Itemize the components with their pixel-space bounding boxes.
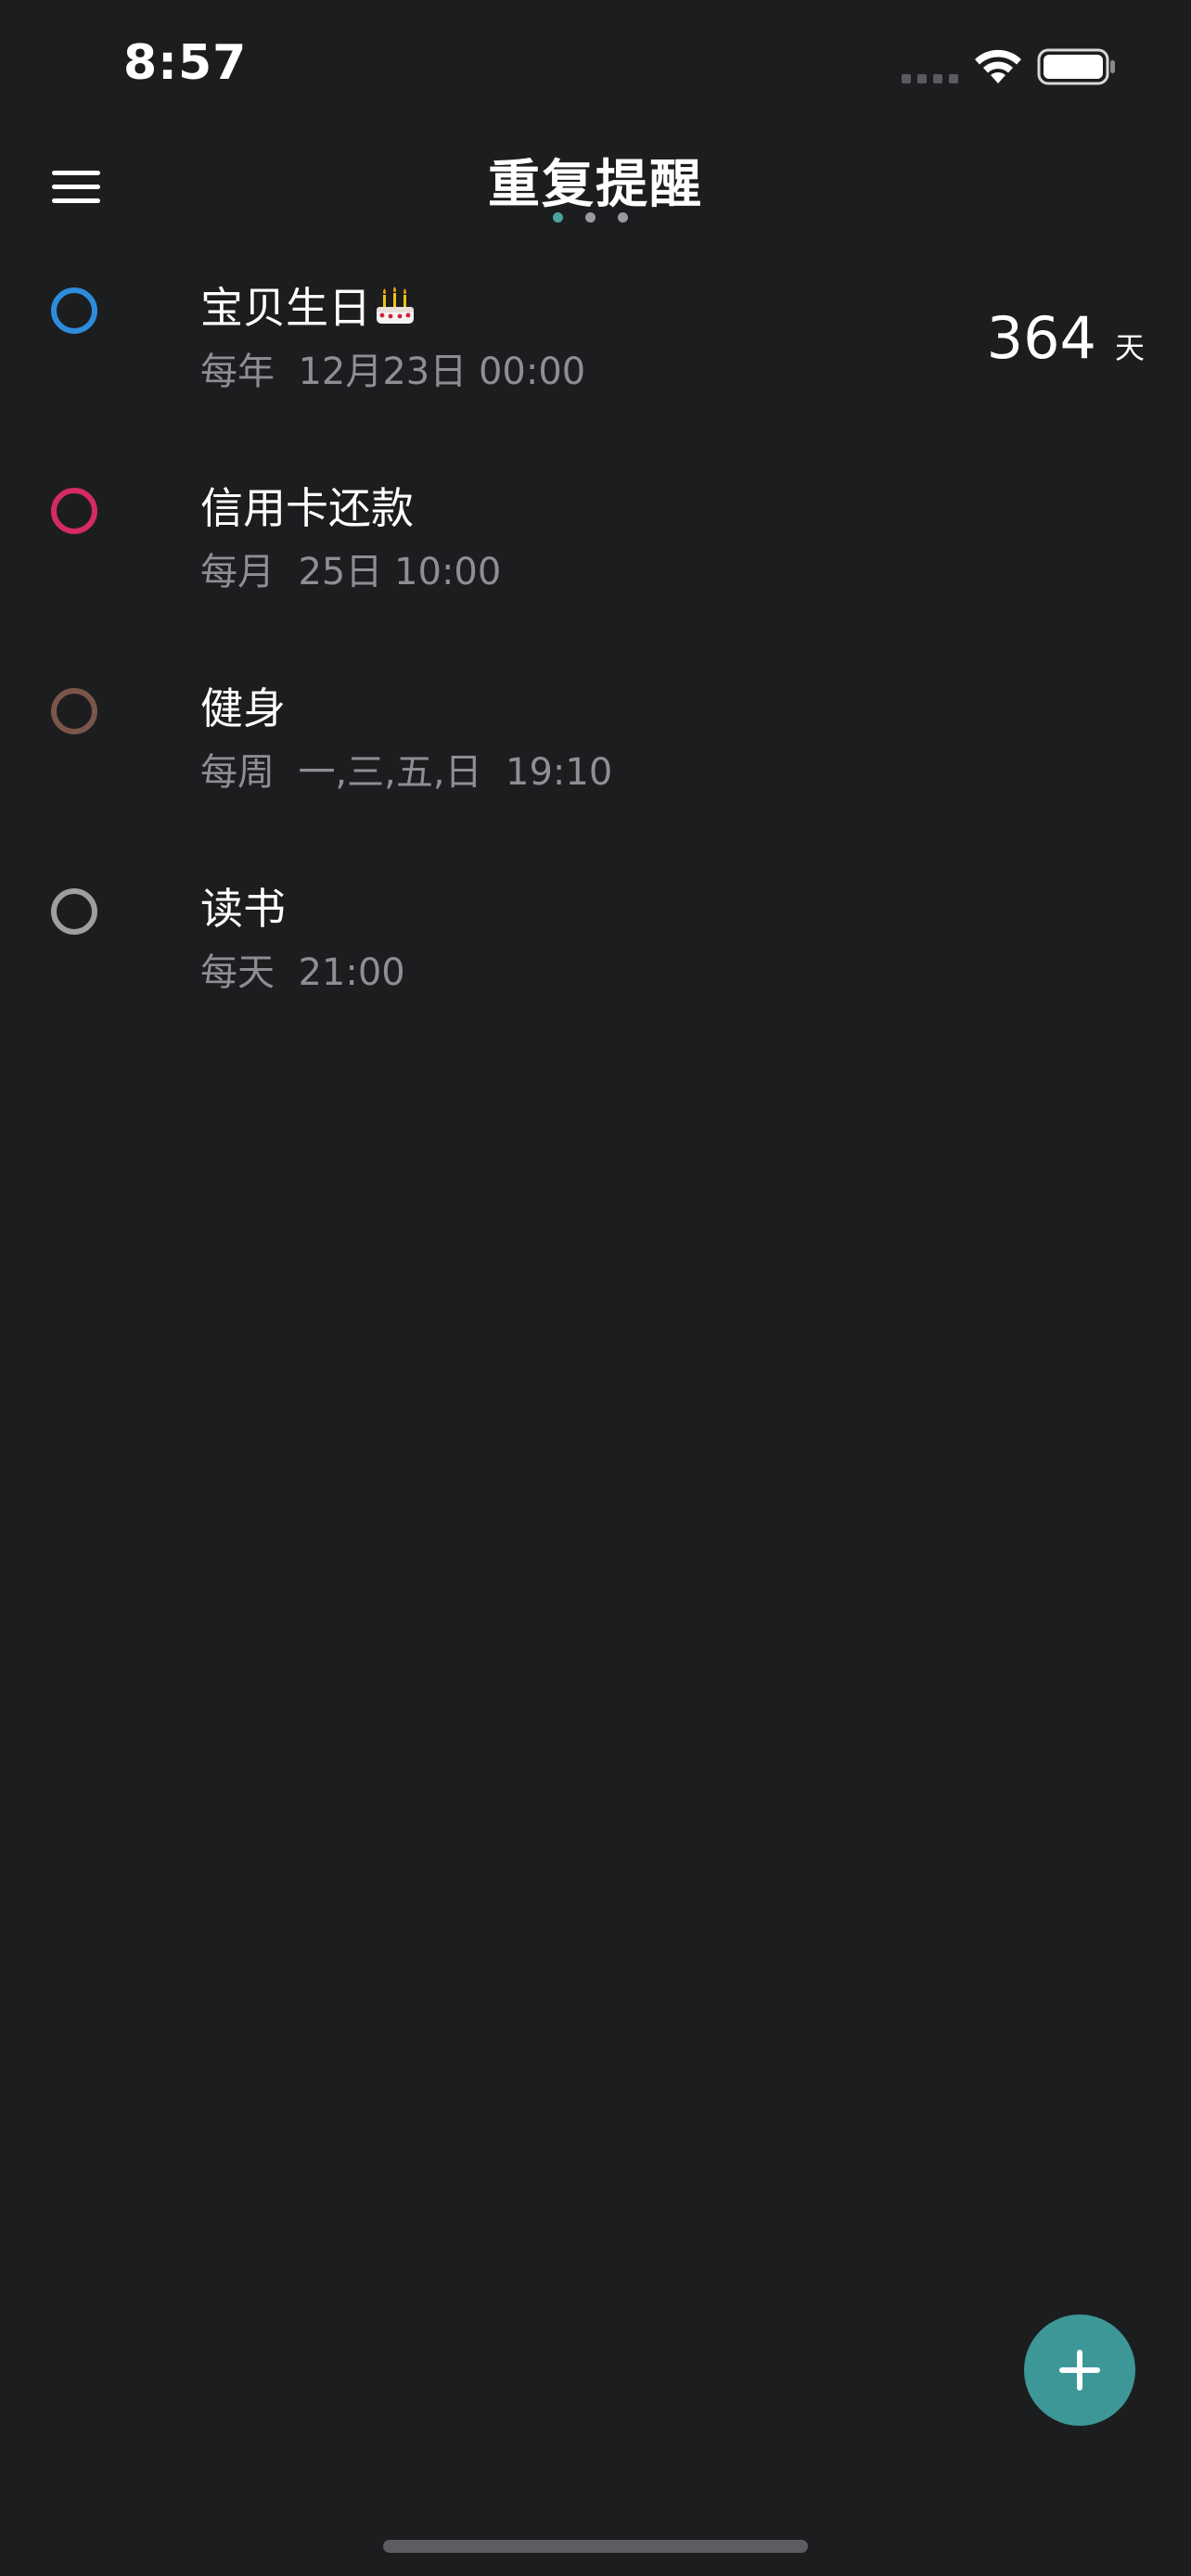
reminder-schedule: 每年 12月23日 00:00 (200, 341, 585, 395)
reminder-complete-circle[interactable] (51, 488, 97, 534)
reminder-title: 信用卡还款 (200, 483, 414, 533)
reminder-complete-circle[interactable] (51, 888, 97, 935)
reminder-time: 12月23日 00:00 (298, 351, 586, 393)
reminder-complete-circle[interactable] (51, 688, 97, 734)
page-indicator[interactable] (553, 212, 628, 223)
reminder-schedule: 每天 21:00 (200, 942, 405, 996)
page-dot-1[interactable] (553, 212, 563, 223)
app-header: 重复提醒 (0, 139, 1191, 241)
reminder-schedule: 每月 25日 10:00 (200, 542, 501, 595)
cellular-signal-icon (902, 74, 958, 83)
wifi-icon (975, 49, 1021, 83)
reminder-time: 一,三,五,日 19:10 (298, 751, 613, 794)
reminder-item[interactable]: 信用卡还款 每月 25日 10:00 (0, 469, 1191, 670)
countdown-days: 364 (986, 304, 1096, 372)
reminder-complete-circle[interactable] (51, 287, 97, 334)
reminder-frequency: 每周 (200, 751, 275, 794)
status-time: 8:57 (123, 35, 248, 91)
page-title: 重复提醒 (488, 155, 703, 215)
reminder-frequency: 每月 (200, 551, 275, 593)
reminder-title: 宝贝生日 (200, 274, 417, 336)
add-reminder-button[interactable] (1024, 2315, 1135, 2426)
reminder-list: 宝贝生日 每年 12月23日 00:00 364 天 信用卡还款 每月 25日 … (0, 269, 1191, 1070)
reminder-frequency: 每年 (200, 351, 275, 393)
reminder-schedule: 每周 一,三,五,日 19:10 (200, 742, 612, 796)
status-bar: 8:57 (0, 0, 1191, 139)
page-dot-2[interactable] (585, 212, 596, 223)
home-indicator[interactable] (383, 2540, 808, 2553)
reminder-frequency: 每天 (200, 951, 275, 994)
countdown-unit: 天 (1114, 330, 1145, 365)
reminder-title: 读书 (200, 884, 286, 934)
reminder-item[interactable]: 宝贝生日 每年 12月23日 00:00 364 天 (0, 269, 1191, 469)
reminder-time: 21:00 (298, 951, 405, 994)
reminder-item[interactable]: 读书 每天 21:00 (0, 870, 1191, 1070)
reminder-title: 健身 (200, 683, 286, 733)
reminder-item[interactable]: 健身 每周 一,三,五,日 19:10 (0, 670, 1191, 870)
battery-icon (1037, 48, 1115, 85)
reminder-time: 25日 10:00 (298, 551, 502, 593)
birthday-cake-icon (377, 286, 414, 324)
countdown: 364 天 (987, 304, 1145, 372)
page-dot-3[interactable] (618, 212, 628, 223)
